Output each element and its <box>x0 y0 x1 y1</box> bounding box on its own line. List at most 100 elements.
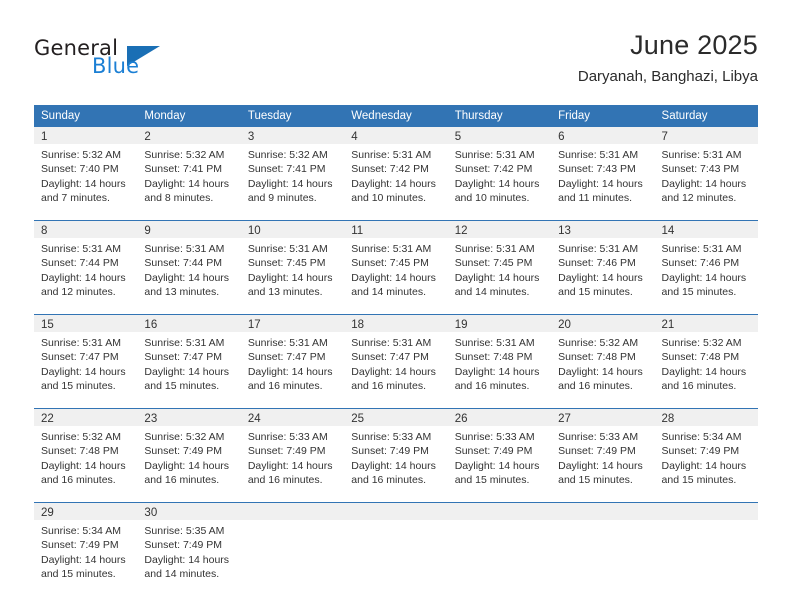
day-cell-11[interactable]: 11 Sunrise: 5:31 AM Sunset: 7:45 PM Dayligh… <box>344 221 448 314</box>
day-details: Sunrise: 5:35 AM Sunset: 7:49 PM Daylight:… <box>137 520 240 596</box>
day-number-band: 7 <box>654 127 758 144</box>
weekday-header-friday: Friday <box>558 110 591 122</box>
day-cell-30[interactable]: 30 Sunrise: 5:35 AM Sunset: 7:49 PM Dayligh… <box>137 503 241 596</box>
day-details: Sunrise: 5:31 AM Sunset: 7:47 PM Daylight:… <box>344 332 447 408</box>
daylight-text-line1: Daylight: 14 hours <box>558 177 643 190</box>
daylight-text-line2: and 12 minutes. <box>661 191 737 204</box>
day-number: 2 <box>144 131 151 143</box>
day-number: 18 <box>351 319 365 331</box>
day-cell-2[interactable]: 2 Sunrise: 5:32 AM Sunset: 7:41 PM Daylight… <box>137 127 241 220</box>
day-number-band: 25 <box>344 409 448 426</box>
sunset-text: Sunset: 7:40 PM <box>41 163 119 176</box>
sunset-text: Sunset: 7:48 PM <box>661 351 740 364</box>
day-number-band: 1 <box>34 127 138 144</box>
day-cell-10[interactable]: 10 Sunrise: 5:31 AM Sunset: 7:45 PM Dayligh… <box>240 221 345 314</box>
day-number: 27 <box>558 413 571 425</box>
day-details: Sunrise: 5:33 AM Sunset: 7:49 PM Daylight:… <box>448 426 551 502</box>
day-number-band: 19 <box>447 315 552 332</box>
day-number: 4 <box>351 131 358 143</box>
daylight-text-line2: and 16 minutes. <box>351 473 426 486</box>
day-cell-12[interactable]: 12 Sunrise: 5:31 AM Sunset: 7:45 PM Dayligh… <box>447 221 552 314</box>
day-cell-1[interactable]: 1 Sunrise: 5:32 AM Sunset: 7:40 PM Daylight… <box>34 127 138 220</box>
daylight-text-line1: Daylight: 14 hours <box>558 271 643 284</box>
day-cell-18[interactable]: 18 Sunrise: 5:31 AM Sunset: 7:47 PM Dayligh… <box>344 315 448 408</box>
day-number: 13 <box>558 225 571 237</box>
sunrise-text: Sunrise: 5:32 AM <box>558 337 639 349</box>
day-cell-22[interactable]: 22 Sunrise: 5:32 AM Sunset: 7:48 PM Dayligh… <box>34 409 138 502</box>
day-details: Sunrise: 5:31 AM Sunset: 7:42 PM Daylight:… <box>344 144 447 220</box>
day-cell-29[interactable]: 29 Sunrise: 5:34 AM Sunset: 7:49 PM Dayligh… <box>34 503 138 596</box>
sunset-text: Sunset: 7:48 PM <box>454 351 533 364</box>
daylight-text-line2: and 15 minutes. <box>41 379 116 392</box>
day-number: 6 <box>558 131 565 143</box>
daylight-text-line2: and 14 minutes. <box>351 285 426 298</box>
day-cell-5[interactable]: 5 Sunrise: 5:31 AM Sunset: 7:42 PM Daylight… <box>447 127 552 220</box>
day-details: Sunrise: 5:31 AM Sunset: 7:47 PM Daylight:… <box>34 332 137 408</box>
day-cell-4[interactable]: 4 Sunrise: 5:31 AM Sunset: 7:42 PM Daylight… <box>344 127 448 220</box>
day-cell-17[interactable]: 17 Sunrise: 5:31 AM Sunset: 7:47 PM Dayligh… <box>240 315 345 408</box>
day-details: Sunrise: 5:32 AM Sunset: 7:40 PM Daylight:… <box>34 144 137 220</box>
day-cell-20[interactable]: 20 Sunrise: 5:32 AM Sunset: 7:48 PM Dayligh… <box>551 315 655 408</box>
day-number-band: 17 <box>240 315 345 332</box>
day-cell-26[interactable]: 26 Sunrise: 5:33 AM Sunset: 7:49 PM Dayligh… <box>447 409 552 502</box>
day-number: 20 <box>558 319 571 331</box>
day-cell-16[interactable]: 16 Sunrise: 5:31 AM Sunset: 7:47 PM Dayligh… <box>137 315 241 408</box>
sunrise-text: Sunrise: 5:34 AM <box>661 431 742 443</box>
daylight-text-line1: Daylight: 14 hours <box>247 459 333 472</box>
day-cell-23[interactable]: 23 Sunrise: 5:32 AM Sunset: 7:49 PM Dayligh… <box>137 409 241 502</box>
day-number: 29 <box>41 507 54 519</box>
day-details: Sunrise: 5:32 AM Sunset: 7:41 PM Daylight:… <box>241 144 344 220</box>
calendar-grid: Sunday Monday Tuesday Wednesday Thursday Frid… <box>34 105 758 596</box>
day-number: 12 <box>454 225 468 237</box>
weekday-header-row: Sunday Monday Tuesday Wednesday Thursday Frid… <box>34 105 758 127</box>
sunset-text: Sunset: 7:42 PM <box>351 163 429 176</box>
day-cell-28[interactable]: 28 Sunrise: 5:34 AM Sunset: 7:49 PM Dayligh… <box>654 409 758 502</box>
daylight-text-line1: Daylight: 14 hours <box>454 177 540 190</box>
day-cell-3[interactable]: 3 Sunrise: 5:32 AM Sunset: 7:41 PM Daylight… <box>240 127 345 220</box>
sunrise-text: Sunrise: 5:31 AM <box>661 243 742 255</box>
daylight-text-line1: Daylight: 14 hours <box>247 365 333 378</box>
day-number: 15 <box>41 319 54 331</box>
day-details: Sunrise: 5:31 AM Sunset: 7:46 PM Daylight:… <box>551 238 654 314</box>
day-number-band <box>344 503 448 520</box>
calendar-page: General Blue June 2025 Daryanah, Banghaz… <box>0 0 792 612</box>
daylight-text-line2: and 15 minutes. <box>558 285 633 298</box>
day-cell-6[interactable]: 6 Sunrise: 5:31 AM Sunset: 7:43 PM Daylight… <box>551 127 655 220</box>
day-cell-9[interactable]: 9 Sunrise: 5:31 AM Sunset: 7:44 PM Daylight… <box>137 221 241 314</box>
daylight-text-line2: and 16 minutes. <box>247 379 323 392</box>
weekday-header-wednesday: Wednesday <box>351 110 412 122</box>
day-number-band: 9 <box>137 221 241 238</box>
day-cell-15[interactable]: 15 Sunrise: 5:31 AM Sunset: 7:47 PM Dayligh… <box>34 315 138 408</box>
day-cell-24[interactable]: 24 Sunrise: 5:33 AM Sunset: 7:49 PM Dayligh… <box>240 409 345 502</box>
calendar-week-row: 29 Sunrise: 5:34 AM Sunset: 7:49 PM Dayligh… <box>34 502 758 596</box>
sunset-text: Sunset: 7:45 PM <box>247 257 326 270</box>
general-blue-logo[interactable]: General Blue <box>34 36 164 82</box>
daylight-text-line1: Daylight: 14 hours <box>41 459 126 472</box>
day-cell-8[interactable]: 8 Sunrise: 5:31 AM Sunset: 7:44 PM Daylight… <box>34 221 138 314</box>
day-cell-19[interactable]: 19 Sunrise: 5:31 AM Sunset: 7:48 PM Dayligh… <box>447 315 552 408</box>
day-details: Sunrise: 5:32 AM Sunset: 7:49 PM Daylight:… <box>137 426 240 502</box>
sunset-text: Sunset: 7:47 PM <box>247 351 326 364</box>
daylight-text-line1: Daylight: 14 hours <box>661 271 747 284</box>
sunset-text: Sunset: 7:49 PM <box>661 445 740 458</box>
day-cell-25[interactable]: 25 Sunrise: 5:33 AM Sunset: 7:49 PM Dayligh… <box>344 409 448 502</box>
calendar-week-row: 22 Sunrise: 5:32 AM Sunset: 7:48 PM Dayligh… <box>34 408 758 502</box>
day-cell-14[interactable]: 14 Sunrise: 5:31 AM Sunset: 7:46 PM Dayligh… <box>654 221 758 314</box>
calendar-weeks: 1 Sunrise: 5:32 AM Sunset: 7:40 PM Daylight… <box>34 127 758 596</box>
day-cell-21[interactable]: 21 Sunrise: 5:32 AM Sunset: 7:48 PM Dayligh… <box>654 315 758 408</box>
sunset-text: Sunset: 7:46 PM <box>661 257 740 270</box>
daylight-text-line2: and 15 minutes. <box>454 473 530 486</box>
day-number: 16 <box>144 319 158 331</box>
day-details: Sunrise: 5:32 AM Sunset: 7:48 PM Daylight:… <box>655 332 758 408</box>
daylight-text-line2: and 13 minutes. <box>247 285 323 298</box>
daylight-text-line1: Daylight: 14 hours <box>144 459 230 472</box>
sunset-text: Sunset: 7:49 PM <box>558 445 636 458</box>
day-cell-27[interactable]: 27 Sunrise: 5:33 AM Sunset: 7:49 PM Dayligh… <box>551 409 655 502</box>
sunset-text: Sunset: 7:49 PM <box>247 445 326 458</box>
daylight-text-line2: and 16 minutes. <box>41 473 116 486</box>
day-cell-empty <box>654 503 758 596</box>
day-cell-7[interactable]: 7 Sunrise: 5:31 AM Sunset: 7:43 PM Daylight… <box>654 127 758 220</box>
day-details <box>344 520 448 596</box>
day-cell-13[interactable]: 13 Sunrise: 5:31 AM Sunset: 7:46 PM Dayligh… <box>551 221 655 314</box>
daylight-text-line1: Daylight: 14 hours <box>351 459 436 472</box>
